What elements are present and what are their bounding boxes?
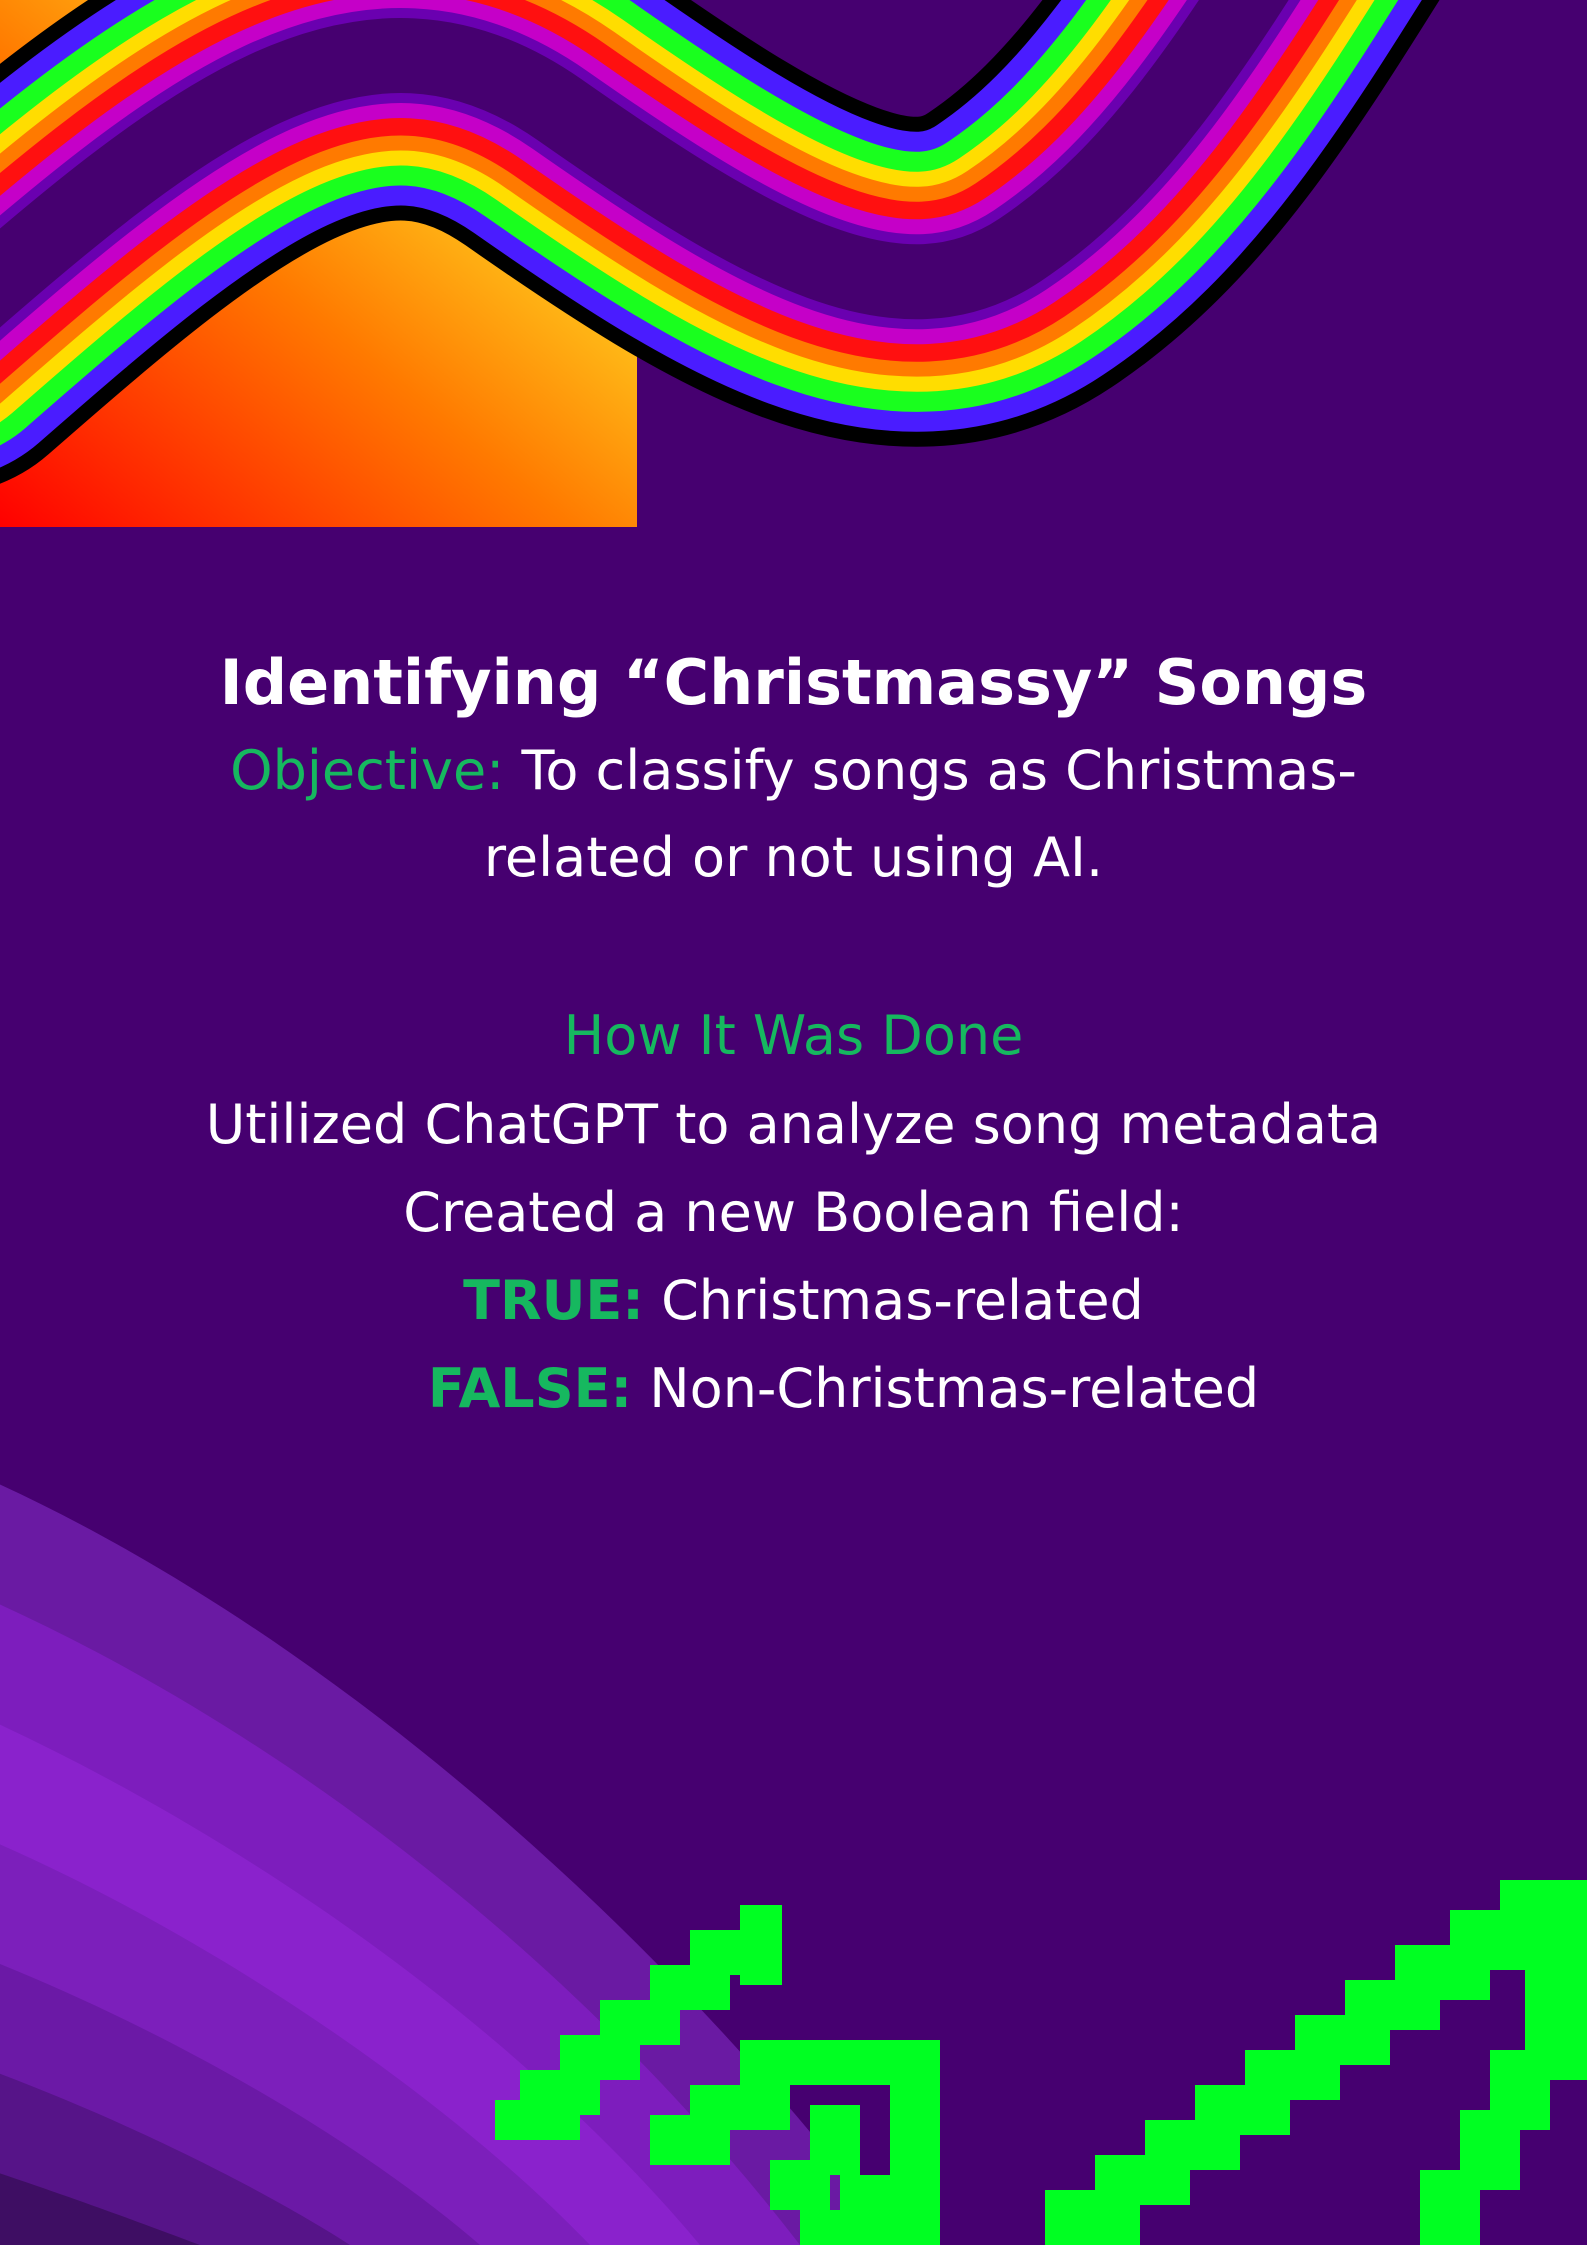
method-line-1: Utilized ChatGPT to analyze song metadat… [205, 1093, 1382, 1156]
false-text: Non-Christmas-related [632, 1357, 1260, 1420]
true-definition: TRUE: Christmas-related [10, 1260, 1587, 1342]
false-label: FALSE: [427, 1357, 633, 1420]
true-text: Christmas-related [643, 1269, 1144, 1332]
objective-text-1: To classify songs as Christmas- [504, 739, 1357, 802]
method-line-2: Created a new Boolean field: [403, 1181, 1184, 1244]
true-label: TRUE: [463, 1269, 644, 1332]
false-definition: FALSE: Non-Christmas-related [50, 1348, 1587, 1430]
method-heading: How It Was Done [563, 1004, 1024, 1067]
objective-label: Objective: [230, 739, 505, 802]
objective-line-2: related or not using AI. [483, 826, 1104, 889]
page-title: Identifying “Christmassy” Songs [219, 646, 1368, 719]
objective-line-1: Objective: To classify songs as Christma… [0, 730, 1587, 812]
slide-content: Identifying “Christmassy” Songs Objectiv… [0, 0, 1587, 2245]
